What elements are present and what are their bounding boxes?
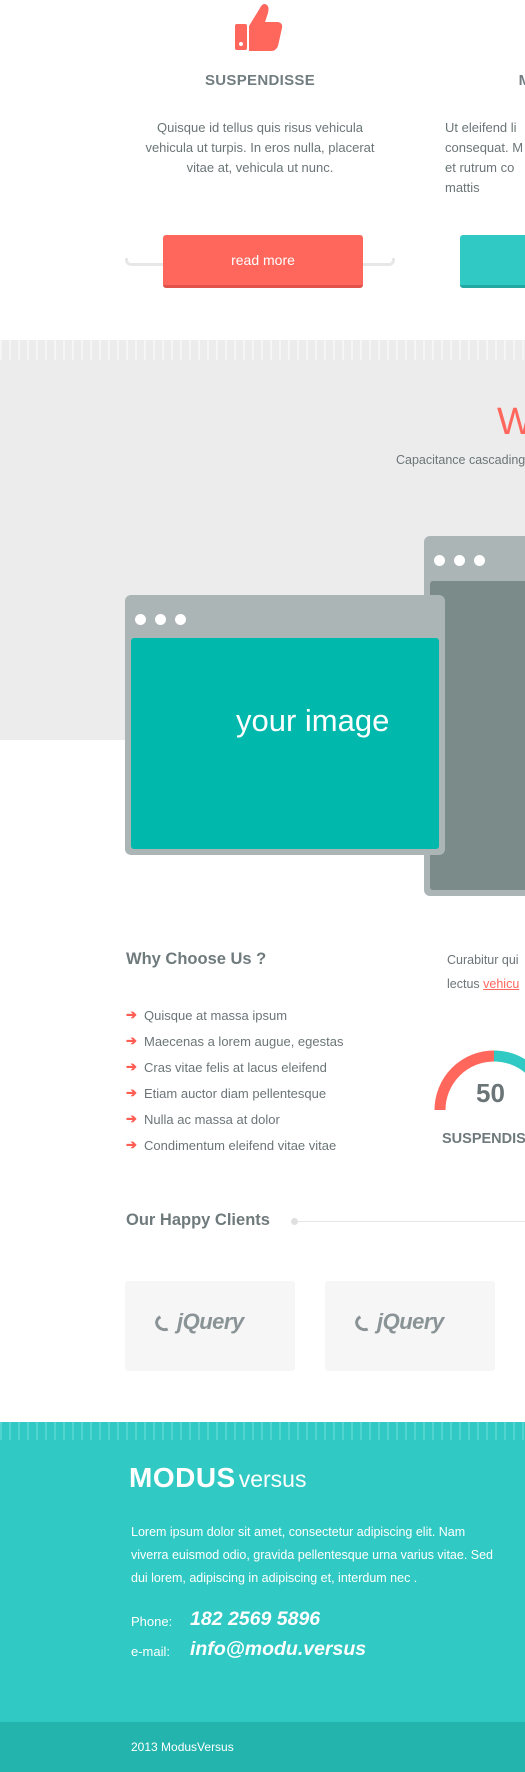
- showcase-subtitle: Capacitance cascading: [396, 453, 525, 467]
- client-logo-card[interactable]: jQuery: [125, 1281, 295, 1371]
- side-text-line: Curabitur qui: [447, 953, 519, 967]
- client-logo-card[interactable]: jQuery: [325, 1281, 495, 1371]
- ruler-decoration: [0, 1422, 525, 1440]
- copyright-bar: 2013 ModusVersus: [0, 1722, 525, 1772]
- list-item-text: Nulla ac massa at dolor: [144, 1111, 280, 1127]
- list-item: ➔ Nulla ac massa at dolor: [126, 1106, 343, 1132]
- side-paragraph: Curabitur qui lectus vehicu: [447, 948, 519, 996]
- footer-brand: MODUS versus: [129, 1462, 306, 1494]
- gauge-value: 50: [476, 1078, 505, 1108]
- browser-mockup: your image: [125, 595, 445, 855]
- feature-text-content: Ut eleifend li consequat. M et rutrum co…: [445, 120, 524, 195]
- side-link[interactable]: vehicu: [483, 977, 519, 991]
- client-logo-text: jQuery: [177, 1309, 244, 1334]
- list-item: ➔ Quisque at massa ipsum: [126, 1002, 343, 1028]
- read-more-button[interactable]: [460, 235, 525, 288]
- read-more-button[interactable]: read more: [163, 235, 363, 288]
- email-label: e-mail:: [131, 1644, 171, 1659]
- list-item-text: Quisque at massa ipsum: [144, 1007, 288, 1023]
- divider-dot: [291, 1218, 298, 1225]
- window-dots: [135, 612, 195, 630]
- why-choose-list: ➔ Quisque at massa ipsum ➔ Maecenas a lore…: [126, 1002, 343, 1158]
- phone-number[interactable]: 182 2569 5896: [190, 1608, 320, 1631]
- showcase-title: W: [497, 401, 525, 443]
- gauge-label: SUSPENDIS: [442, 1131, 525, 1147]
- arrow-right-icon: ➔: [126, 1033, 137, 1048]
- arrow-right-icon: ➔: [126, 1137, 137, 1152]
- brand-bold: MODUS: [129, 1462, 236, 1493]
- feature-text: Quisque id tellus quis risus vehicula ve…: [145, 120, 375, 175]
- client-logo-text: jQuery: [377, 1309, 444, 1334]
- thumbs-up-icon: [235, 4, 283, 51]
- footer: MODUS versus Lorem ipsum dolor sit amet, …: [0, 1422, 525, 1722]
- list-item-text: Condimentum eleifend vitae vitae: [144, 1137, 337, 1153]
- ruler-decoration: [0, 340, 525, 360]
- email-link[interactable]: info@modu.versus: [190, 1638, 366, 1661]
- jquery-logo: jQuery: [352, 1309, 444, 1335]
- why-choose-title: Why Choose Us ?: [126, 950, 267, 968]
- footer-text: Lorem ipsum dolor sit amet, consectetur …: [131, 1525, 494, 1585]
- arrow-right-icon: ➔: [126, 1007, 137, 1022]
- feature-text: Ut eleifend li consequat. M et rutrum co…: [445, 118, 525, 198]
- list-item-text: Cras vitae felis at lacus eleifend: [144, 1059, 327, 1075]
- clients-title: Our Happy Clients: [126, 1211, 270, 1229]
- phone-label: Phone:: [131, 1614, 173, 1629]
- copyright-text: 2013 ModusVersus: [131, 1740, 234, 1754]
- window-dots: [434, 553, 494, 571]
- list-item-text: Etiam auctor diam pellentesque: [144, 1085, 327, 1101]
- jquery-swirl-icon: [152, 1312, 176, 1334]
- divider: [292, 1221, 525, 1222]
- list-item: ➔ Maecenas a lorem augue, egestas: [126, 1028, 343, 1054]
- features-section: SUSPENDISSE Quisque id tellus quis risus…: [0, 0, 525, 340]
- side-text-line: lectus vehicu: [447, 972, 519, 996]
- brand-light: versus: [238, 1466, 307, 1492]
- image-placeholder-label: your image: [236, 703, 390, 738]
- arrow-right-icon: ➔: [126, 1111, 137, 1126]
- arrow-right-icon: ➔: [126, 1085, 137, 1100]
- mockup-screen: your image: [131, 638, 439, 849]
- feature-title: M: [505, 72, 525, 89]
- jquery-swirl-icon: [352, 1312, 376, 1334]
- list-item: ➔ Etiam auctor diam pellentesque: [126, 1080, 343, 1106]
- page: SUSPENDISSE Quisque id tellus quis risus…: [0, 0, 525, 1772]
- list-item: ➔ Condimentum eleifend vitae vitae: [126, 1132, 343, 1158]
- list-item-text: Maecenas a lorem augue, egestas: [144, 1033, 344, 1049]
- arrow-right-icon: ➔: [126, 1059, 137, 1074]
- jquery-logo: jQuery: [152, 1309, 244, 1335]
- side-text-word: lectus: [447, 977, 480, 991]
- feature-title: SUSPENDISSE: [205, 72, 315, 89]
- list-item: ➔ Cras vitae felis at lacus eleifend: [126, 1054, 343, 1080]
